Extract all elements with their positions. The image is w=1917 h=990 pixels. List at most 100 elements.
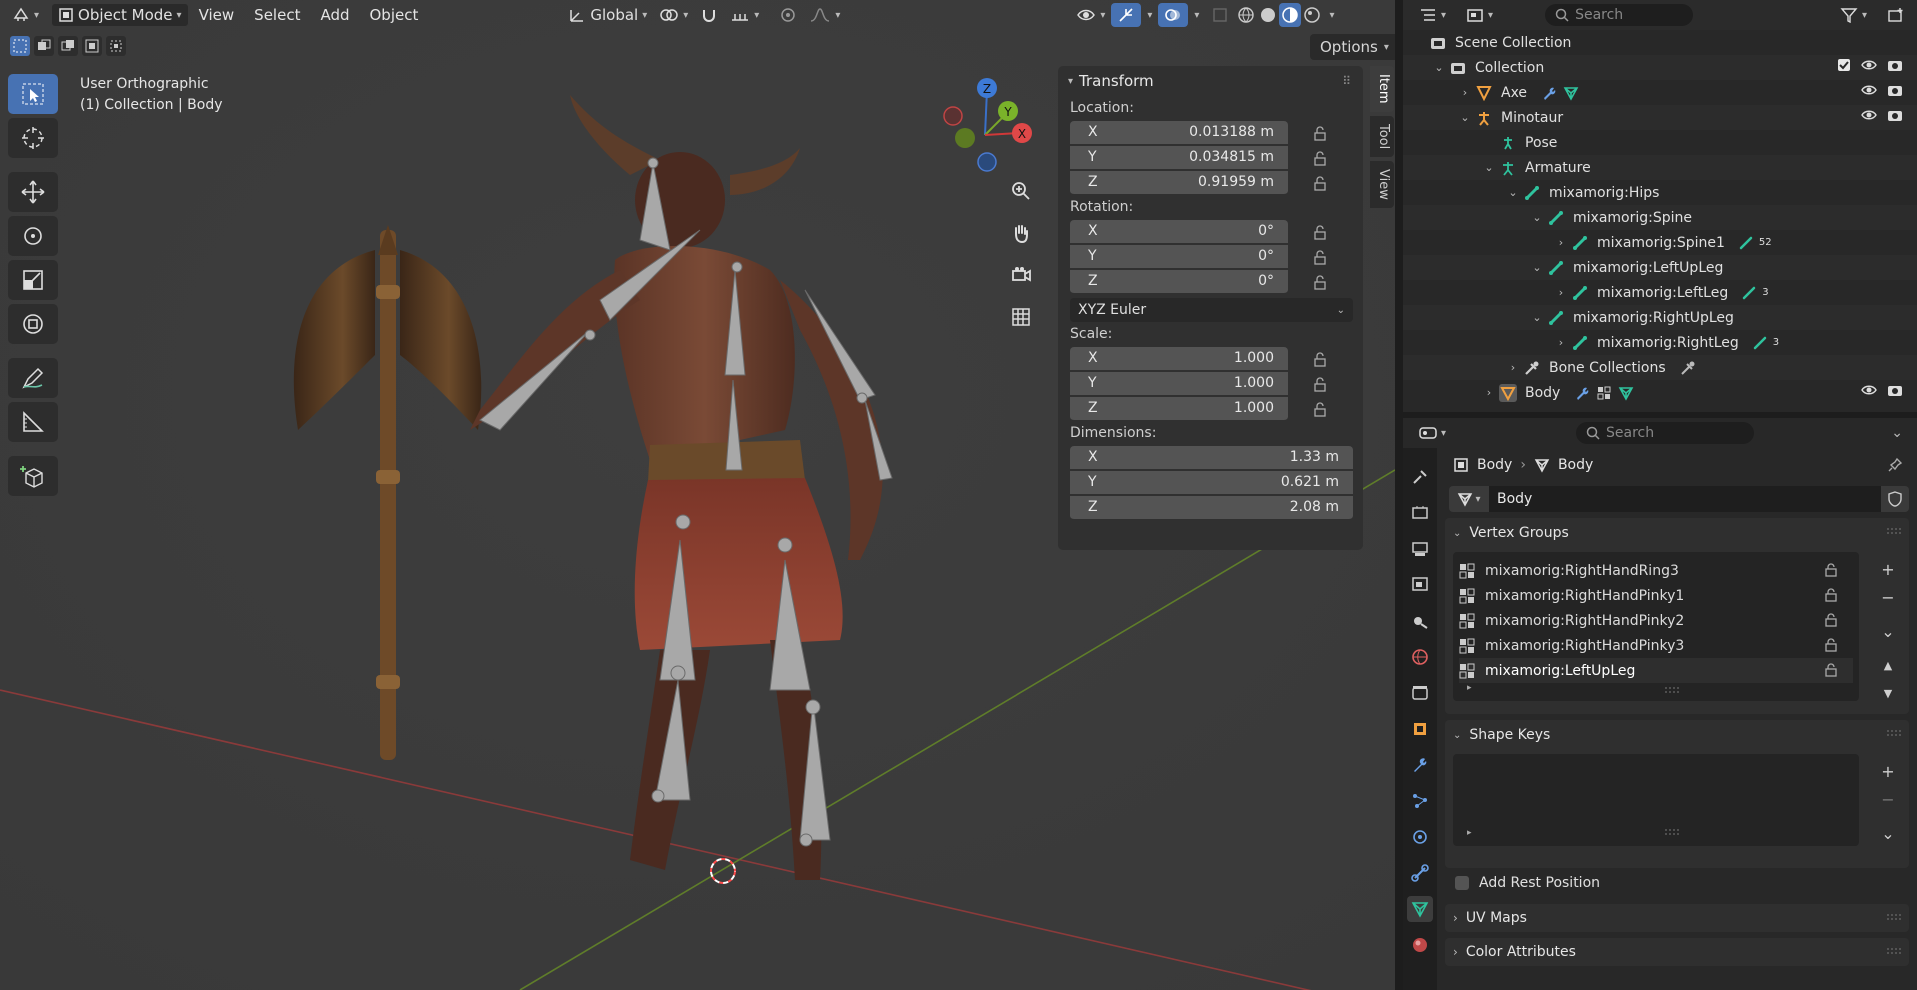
eye-icon[interactable] — [1861, 83, 1877, 97]
outliner-editor-type[interactable]: ▾ — [1413, 3, 1452, 27]
select-invert-icon[interactable] — [82, 36, 102, 56]
drag-grip-icon[interactable]: ⠿ — [1342, 74, 1351, 88]
move-tool[interactable] — [8, 172, 58, 212]
data-browse-button[interactable]: ▾ — [1449, 486, 1489, 512]
add-cube-tool[interactable] — [8, 456, 58, 496]
dimension-y-field[interactable]: Y 0.621 m — [1070, 470, 1353, 495]
checkbox-checked-icon[interactable] — [1837, 58, 1851, 72]
add-vertex-group-button[interactable]: + — [1877, 558, 1899, 580]
drag-grip-icon[interactable] — [1887, 947, 1901, 957]
annotate-tool[interactable] — [8, 358, 58, 398]
lock-icon[interactable] — [1312, 224, 1328, 240]
tree-row-rightupleg[interactable]: ⌄ mixamorig:RightUpLeg — [1403, 305, 1917, 330]
chevron-down-icon[interactable]: ⌄ — [1529, 261, 1545, 274]
lock-icon[interactable] — [1312, 351, 1328, 367]
shading-material[interactable] — [1279, 3, 1302, 27]
eye-icon[interactable] — [1861, 383, 1877, 397]
remove-shape-key-button[interactable]: − — [1877, 788, 1899, 810]
transform-tool[interactable] — [8, 304, 58, 344]
chevron-right-icon[interactable]: › — [1457, 86, 1473, 99]
output-tab-icon[interactable] — [1407, 536, 1433, 562]
chevron-right-icon[interactable]: › — [1505, 361, 1521, 374]
rotation-y-field[interactable]: Y 0° — [1070, 244, 1288, 269]
tree-row-scene-collection[interactable]: Scene Collection — [1403, 30, 1917, 55]
breadcrumb-object[interactable]: Body — [1477, 457, 1512, 473]
list-item-active[interactable]: mixamorig:LeftUpLeg — [1459, 658, 1853, 683]
eye-icon[interactable] — [1861, 108, 1877, 122]
chevron-down-icon[interactable]: ⌄ — [1457, 111, 1473, 124]
tree-row-armature[interactable]: ⌄ Armature — [1403, 155, 1917, 180]
data-tab-icon[interactable] — [1407, 896, 1433, 922]
chevron-down-icon[interactable]: ▾ — [1329, 10, 1334, 21]
camera-icon[interactable] — [1887, 58, 1903, 72]
new-collection-button[interactable] — [1881, 3, 1911, 27]
move-down-button[interactable]: ▼ — [1877, 682, 1899, 704]
chevron-down-icon[interactable]: ⌄ — [1891, 425, 1903, 441]
lock-icon[interactable] — [1312, 376, 1328, 392]
location-z-field[interactable]: Z 0.91959 m — [1070, 170, 1288, 195]
chevron-down-icon[interactable]: ▾ — [1147, 10, 1152, 21]
expand-filter-icon[interactable]: ▸ — [1467, 828, 1472, 838]
list-item[interactable]: mixamorig:RightHandPinky2 — [1459, 608, 1853, 633]
chevron-down-icon[interactable]: ⌄ — [1431, 61, 1447, 74]
overlays-toggle[interactable] — [1158, 3, 1189, 27]
fake-user-button[interactable] — [1881, 486, 1909, 512]
tree-row-pose[interactable]: Pose — [1403, 130, 1917, 155]
list-item[interactable]: mixamorig:RightHandPinky3 — [1459, 633, 1853, 658]
add-rest-position-checkbox[interactable]: Add Rest Position — [1443, 868, 1917, 898]
chevron-down-icon[interactable]: ⌄ — [1505, 186, 1521, 199]
mode-select[interactable]: Object Mode ▾ — [51, 3, 189, 27]
material-tab-icon[interactable] — [1407, 932, 1433, 958]
lock-icon[interactable] — [1312, 175, 1328, 191]
tree-row-bone-collections[interactable]: › Bone Collections — [1403, 355, 1917, 380]
tree-row-spine1[interactable]: › mixamorig:Spine1 52 — [1403, 230, 1917, 255]
tab-view[interactable]: View — [1370, 160, 1394, 208]
select-extend-icon[interactable] — [34, 36, 54, 56]
uv-maps-panel[interactable]: › UV Maps — [1445, 904, 1909, 932]
tree-row-leftupleg[interactable]: ⌄ mixamorig:LeftUpLeg — [1403, 255, 1917, 280]
drag-grip-icon[interactable] — [1887, 527, 1901, 537]
scale-tool[interactable] — [8, 260, 58, 300]
lock-icon[interactable] — [1312, 274, 1328, 290]
location-x-field[interactable]: X 0.013188 m — [1070, 120, 1288, 145]
chevron-right-icon[interactable]: › — [1553, 336, 1569, 349]
tree-row-spine[interactable]: ⌄ mixamorig:Spine — [1403, 205, 1917, 230]
drag-grip-icon[interactable] — [1887, 913, 1901, 923]
move-up-button[interactable]: ▲ — [1877, 654, 1899, 676]
properties-editor-type[interactable]: ▾ — [1413, 421, 1452, 445]
tree-row-axe[interactable]: › Axe — [1403, 80, 1917, 105]
lock-icon[interactable] — [1823, 663, 1839, 677]
add-shape-key-button[interactable]: + — [1877, 760, 1899, 782]
resize-grip-icon[interactable] — [1665, 828, 1679, 836]
tab-tool[interactable]: Tool — [1370, 115, 1394, 157]
vertex-group-list[interactable]: mixamorig:RightHandRing3 mixamorig:Right… — [1453, 552, 1859, 701]
tool-tab-icon[interactable] — [1407, 464, 1433, 490]
lock-icon[interactable] — [1312, 125, 1328, 141]
editor-type-button[interactable]: ▾ — [6, 3, 45, 27]
chevron-down-icon[interactable]: ▾ — [1194, 10, 1199, 21]
pin-icon[interactable] — [1887, 457, 1903, 473]
dimension-x-field[interactable]: X 1.33 m — [1070, 445, 1353, 470]
falloff-button[interactable]: ▾ — [803, 3, 846, 27]
eye-icon[interactable] — [1861, 58, 1877, 72]
shading-solid[interactable] — [1257, 3, 1279, 27]
lock-icon[interactable] — [1823, 563, 1839, 577]
lock-icon[interactable] — [1312, 249, 1328, 265]
transform-orientation-select[interactable]: Global ▾ — [562, 3, 653, 27]
tree-row-minotaur[interactable]: ⌄ Minotaur — [1403, 105, 1917, 130]
lock-icon[interactable] — [1312, 401, 1328, 417]
physics-tab-icon[interactable] — [1407, 824, 1433, 850]
menu-object[interactable]: Object — [360, 1, 429, 29]
tree-row-body[interactable]: › Body — [1403, 380, 1917, 405]
remove-vertex-group-button[interactable]: − — [1877, 586, 1899, 608]
vertex-group-specials-button[interactable]: ⌄ — [1877, 620, 1899, 642]
dimension-z-field[interactable]: Z 2.08 m — [1070, 495, 1353, 520]
world-tab-icon[interactable] — [1407, 644, 1433, 670]
tree-row-collection[interactable]: ⌄ Collection — [1403, 55, 1917, 80]
ortho-toggle-button[interactable] — [1006, 302, 1036, 332]
shape-key-specials-button[interactable]: ⌄ — [1877, 822, 1899, 844]
list-item[interactable]: mixamorig:RightHandPinky1 — [1459, 583, 1853, 608]
menu-view[interactable]: View — [189, 1, 245, 29]
scene-tab-icon[interactable] — [1407, 608, 1433, 634]
menu-select[interactable]: Select — [244, 1, 310, 29]
